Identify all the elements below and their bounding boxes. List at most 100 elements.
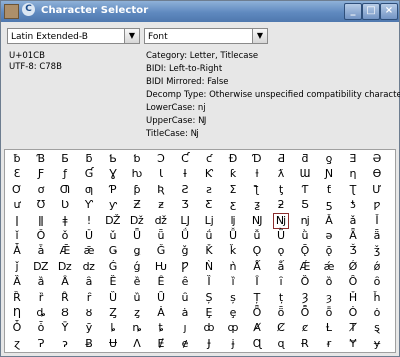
character-cell[interactable]: Ƶ [129, 197, 145, 213]
character-cell[interactable]: ǌ [297, 213, 313, 229]
character-cell[interactable]: ȷ [177, 320, 193, 336]
character-cell[interactable]: ƻ [273, 197, 289, 213]
font-select[interactable]: Font ▼ [144, 28, 268, 44]
character-cell[interactable]: Ɏ [345, 336, 361, 352]
character-cell[interactable]: ǂ [57, 213, 73, 229]
character-cell[interactable]: Ȉ [201, 274, 217, 290]
character-cell[interactable]: ǒ [57, 228, 73, 244]
character-cell[interactable]: Ȁ [9, 274, 25, 290]
character-cell[interactable]: Ɨ [177, 166, 193, 182]
character-cell[interactable]: Ƭ [297, 182, 313, 198]
character-cell[interactable]: Ȧ [153, 305, 169, 321]
character-cell[interactable]: Ȭ [297, 305, 313, 321]
character-cell[interactable]: Ƴ [81, 197, 97, 213]
character-cell[interactable]: Ƀ [81, 336, 97, 352]
title-bar[interactable]: C Character Selector _ □ × [1, 1, 399, 22]
character-cell[interactable]: ƨ [201, 182, 217, 198]
character-cell[interactable]: Ƽ [297, 197, 313, 213]
character-cell[interactable]: ȉ [225, 274, 241, 290]
character-cell[interactable]: Ǡ [9, 243, 25, 259]
character-cell[interactable]: ɏ [369, 336, 385, 352]
character-cell[interactable]: Ɓ [33, 151, 49, 167]
character-cell[interactable]: Ⱦ [345, 320, 361, 336]
character-cell[interactable]: Ǻ [249, 259, 265, 275]
character-cell[interactable]: ǳ [81, 259, 97, 275]
character-cell[interactable]: Ǜ [273, 228, 289, 244]
character-cell[interactable]: ȇ [177, 274, 193, 290]
character-cell[interactable]: ɂ [57, 336, 73, 352]
character-cell[interactable]: ȩ [225, 305, 241, 321]
character-cell[interactable]: Ƃ [57, 151, 73, 167]
character-cell[interactable]: Ǚ [225, 228, 241, 244]
character-cell[interactable]: ȑ [33, 290, 49, 306]
character-cell[interactable]: Ȗ [153, 290, 169, 306]
character-cell[interactable]: Ǆ [105, 213, 121, 229]
character-cell[interactable]: ơ [33, 182, 49, 198]
character-cell[interactable]: ȝ [321, 290, 337, 306]
character-cell[interactable]: ǥ [129, 243, 145, 259]
character-cell[interactable]: ȶ [153, 320, 169, 336]
character-cell[interactable]: Ǳ [33, 259, 49, 275]
character-cell[interactable]: Ǽ [297, 259, 313, 275]
character-cell[interactable]: ǆ [153, 213, 169, 229]
character-cell[interactable]: ȭ [321, 305, 337, 321]
character-cell[interactable]: Ȳ [57, 320, 73, 336]
character-cell[interactable]: ɀ [9, 336, 25, 352]
character-cell[interactable]: Ƈ [177, 151, 193, 167]
character-cell[interactable]: ƕ [129, 166, 145, 182]
character-cell[interactable]: ȫ [273, 305, 289, 321]
character-cell[interactable]: Ɔ [153, 151, 169, 167]
character-cell[interactable]: ȃ [81, 274, 97, 290]
character-cell[interactable]: Ǯ [345, 243, 361, 259]
character-cell[interactable]: Ȝ [297, 290, 313, 306]
character-cell[interactable]: ȍ [321, 274, 337, 290]
character-cell[interactable]: Ʉ [105, 336, 121, 352]
character-cell[interactable]: Ǐ [369, 213, 385, 229]
character-cell[interactable]: ɋ [273, 336, 289, 352]
character-cell[interactable]: Ƨ [177, 182, 193, 198]
character-cell[interactable]: Ǿ [345, 259, 361, 275]
character-cell[interactable]: Ȏ [345, 274, 361, 290]
character-cell[interactable]: Ɛ [9, 166, 25, 182]
character-cell[interactable]: Ʋ [57, 197, 73, 213]
character-cell[interactable]: ȿ [369, 320, 385, 336]
character-cell[interactable]: Ǘ [177, 228, 193, 244]
character-cell[interactable]: Ǵ [105, 259, 121, 275]
character-cell[interactable]: Ȕ [105, 290, 121, 306]
character-cell[interactable]: ƞ [345, 166, 361, 182]
character-cell[interactable]: ǐ [9, 228, 25, 244]
character-cell[interactable]: ǖ [153, 228, 169, 244]
character-cell[interactable]: ț [273, 290, 289, 306]
character-cell[interactable]: ƾ [345, 197, 361, 213]
character-cell[interactable]: Ȩ [201, 305, 217, 321]
character-cell[interactable]: ȼ [297, 320, 313, 336]
character-cell[interactable]: Ɣ [105, 166, 121, 182]
character-cell[interactable]: Ɗ [249, 151, 265, 167]
character-cell[interactable]: Ǌ [249, 213, 265, 229]
character-cell[interactable]: ƹ [225, 197, 241, 213]
character-cell[interactable]: ǫ [273, 243, 289, 259]
character-cell[interactable]: ƅ [129, 151, 145, 167]
character-cell[interactable]: ȧ [177, 305, 193, 321]
character-cell[interactable]: ǋ [273, 212, 289, 229]
character-cell[interactable]: Ʌ [129, 336, 145, 352]
character-cell[interactable]: Ǝ [345, 151, 361, 167]
character-cell[interactable]: ȏ [369, 274, 385, 290]
character-cell[interactable]: Ǧ [153, 243, 169, 259]
close-button[interactable]: × [380, 3, 398, 20]
character-cell[interactable]: ȳ [81, 320, 97, 336]
character-cell[interactable]: Ȣ [57, 305, 73, 321]
character-cell[interactable]: ƿ [369, 197, 385, 213]
character-cell[interactable]: ȡ [33, 305, 49, 321]
character-cell[interactable]: ȅ [129, 274, 145, 290]
chevron-down-icon[interactable]: ▼ [124, 29, 139, 43]
character-cell[interactable]: Ȇ [153, 274, 169, 290]
character-cell[interactable]: ȴ [105, 320, 121, 336]
character-cell[interactable]: Ɵ [369, 166, 385, 182]
character-cell[interactable]: Ǟ [345, 228, 361, 244]
character-cell[interactable]: Ǭ [297, 243, 313, 259]
character-cell[interactable]: ǀ [9, 213, 25, 229]
character-cell[interactable]: Ɉ [201, 336, 217, 352]
character-cell[interactable]: ȕ [129, 290, 145, 306]
character-cell[interactable]: ƫ [273, 182, 289, 198]
